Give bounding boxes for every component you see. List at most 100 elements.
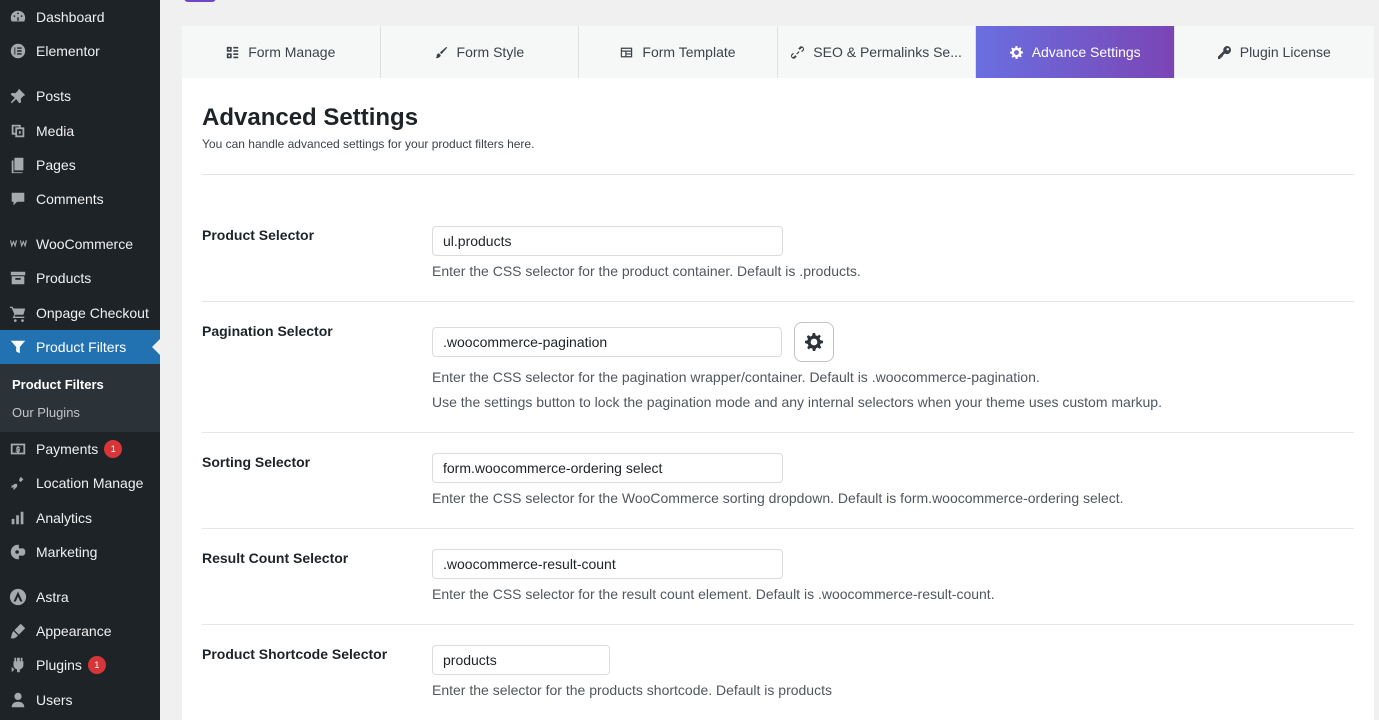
tab-seo-permalinks[interactable]: SEO & Permalinks Se... bbox=[777, 26, 977, 78]
sidebar-item-payments[interactable]: Payments 1 bbox=[0, 432, 160, 466]
dashboard-icon bbox=[8, 7, 28, 27]
sidebar-submenu: Product Filters Our Plugins bbox=[0, 364, 160, 432]
sidebar-item-label: Posts bbox=[36, 88, 72, 104]
result-count-selector-input[interactable]: .woocommerce-result-count bbox=[432, 549, 783, 579]
sidebar-item-elementor[interactable]: Elementor bbox=[0, 34, 160, 68]
divider bbox=[202, 432, 1354, 433]
sidebar-item-onpage-checkout[interactable]: Onpage Checkout bbox=[0, 296, 160, 330]
sidebar-item-label: Product Filters bbox=[36, 339, 127, 355]
cart-icon bbox=[8, 303, 28, 323]
pagination-settings-button[interactable] bbox=[794, 322, 834, 362]
sidebar-item-astra[interactable]: Astra bbox=[0, 580, 160, 614]
tab-form-manage[interactable]: Form Manage bbox=[182, 26, 381, 78]
product-selector-label: Product Selector bbox=[202, 227, 315, 243]
brush-icon bbox=[435, 46, 447, 58]
sidebar-item-label: Analytics bbox=[36, 510, 93, 526]
plug-icon bbox=[8, 655, 28, 675]
pagination-selector-help: Enter the CSS selector for the paginatio… bbox=[432, 369, 1040, 385]
sidebar-item-label: Products bbox=[36, 270, 92, 286]
pin-icon bbox=[8, 86, 28, 106]
tab-label: SEO & Permalinks Se... bbox=[813, 44, 962, 60]
tab-label: Advance Settings bbox=[1031, 44, 1141, 60]
notification-badge: 1 bbox=[104, 440, 123, 458]
pagination-selector-input[interactable]: .woocommerce-pagination bbox=[432, 327, 782, 357]
template-icon bbox=[621, 47, 633, 57]
user-icon bbox=[8, 690, 28, 710]
admin-sidebar: Dashboard Elementor Posts Media Pages Co… bbox=[0, 0, 160, 720]
tab-label: Plugin License bbox=[1239, 44, 1331, 60]
page-subtitle: You can handle advanced settings for you… bbox=[202, 137, 535, 151]
divider bbox=[202, 528, 1354, 529]
megaphone-icon bbox=[8, 542, 28, 562]
tab-plugin-license[interactable]: Plugin License bbox=[1174, 26, 1374, 78]
divider bbox=[202, 174, 1354, 175]
sidebar-item-label: Onpage Checkout bbox=[36, 305, 149, 321]
tab-label: Form Style bbox=[456, 44, 525, 60]
sidebar-item-label: Plugins bbox=[36, 657, 82, 673]
tab-label: Form Template bbox=[642, 44, 736, 60]
sidebar-item-woocommerce[interactable]: WooCommerce bbox=[0, 227, 160, 261]
sidebar-item-label: Astra bbox=[36, 589, 69, 605]
sidebar-item-analytics[interactable]: Analytics bbox=[0, 501, 160, 535]
sidebar-item-marketing[interactable]: Marketing bbox=[0, 535, 160, 569]
sorting-selector-label: Sorting Selector bbox=[202, 454, 311, 470]
payments-icon bbox=[8, 439, 28, 459]
sidebar-item-label: Users bbox=[36, 692, 73, 708]
sidebar-item-products[interactable]: Products bbox=[0, 261, 160, 295]
sidebar-item-label: Appearance bbox=[36, 623, 112, 639]
filter-icon bbox=[8, 337, 28, 357]
sidebar-item-label: Payments bbox=[36, 441, 99, 457]
sidebar-item-product-filters[interactable]: Product Filters bbox=[0, 330, 160, 364]
sidebar-item-label: Elementor bbox=[36, 43, 100, 59]
tab-form-template[interactable]: Form Template bbox=[579, 26, 778, 78]
pagination-selector-help-secondary: Use the settings button to lock the pagi… bbox=[432, 394, 1162, 410]
location-icon bbox=[8, 473, 28, 493]
sidebar-item-plugins[interactable]: Plugins 1 bbox=[0, 648, 160, 682]
product-shortcode-selector-input[interactable]: products bbox=[432, 645, 610, 675]
submenu-item-product-filters[interactable]: Product Filters bbox=[12, 377, 104, 392]
sidebar-item-posts[interactable]: Posts bbox=[0, 79, 160, 113]
sidebar-item-label: Location Manage bbox=[36, 475, 144, 491]
tab-advance-settings[interactable]: Advance Settings bbox=[976, 26, 1175, 78]
divider bbox=[202, 301, 1354, 302]
paintbrush-icon bbox=[8, 621, 28, 641]
sidebar-item-dashboard[interactable]: Dashboard bbox=[0, 0, 160, 34]
tab-label: Form Manage bbox=[248, 44, 336, 60]
product-shortcode-selector-label: Product Shortcode Selector bbox=[202, 646, 388, 662]
sidebar-item-media[interactable]: Media bbox=[0, 114, 160, 148]
result-count-selector-help: Enter the CSS selector for the result co… bbox=[432, 586, 995, 602]
result-count-selector-label: Result Count Selector bbox=[202, 550, 349, 566]
sorting-selector-help: Enter the CSS selector for the WooCommer… bbox=[432, 490, 1124, 506]
bar-chart-icon bbox=[8, 508, 28, 528]
sidebar-item-label: Marketing bbox=[36, 544, 98, 560]
elementor-icon bbox=[8, 41, 28, 61]
sidebar-item-label: Comments bbox=[36, 191, 104, 207]
media-icon bbox=[8, 121, 28, 141]
divider bbox=[202, 624, 1354, 625]
woocommerce-icon bbox=[8, 234, 28, 254]
archive-icon bbox=[8, 268, 28, 288]
sidebar-item-label: WooCommerce bbox=[36, 236, 133, 252]
pagination-selector-label: Pagination Selector bbox=[202, 323, 333, 339]
tab-form-style[interactable]: Form Style bbox=[380, 26, 580, 78]
page-title: Advanced Settings bbox=[202, 104, 419, 131]
form-manage-icon bbox=[227, 46, 239, 58]
sidebar-item-label: Pages bbox=[36, 157, 76, 173]
sidebar-item-comments[interactable]: Comments bbox=[0, 182, 160, 216]
product-selector-input[interactable]: ul.products bbox=[432, 226, 783, 256]
sidebar-item-appearance[interactable]: Appearance bbox=[0, 614, 160, 648]
header-accent bbox=[184, 0, 216, 2]
submenu-item-our-plugins[interactable]: Our Plugins bbox=[12, 405, 80, 420]
sidebar-item-users[interactable]: Users bbox=[0, 683, 160, 717]
gear-icon bbox=[1009, 45, 1023, 59]
astra-icon bbox=[8, 587, 28, 607]
settings-tabs: Form Manage Form Style Form Template SEO… bbox=[182, 26, 1374, 78]
sorting-selector-input[interactable]: form.woocommerce-ordering select bbox=[432, 453, 783, 483]
sidebar-item-location-manage[interactable]: Location Manage bbox=[0, 466, 160, 500]
notification-badge: 1 bbox=[87, 656, 106, 674]
product-shortcode-selector-help: Enter the selector for the products shor… bbox=[432, 682, 832, 698]
comment-icon bbox=[8, 189, 28, 209]
pages-icon bbox=[8, 155, 28, 175]
sidebar-item-pages[interactable]: Pages bbox=[0, 148, 160, 182]
sidebar-item-label: Media bbox=[36, 123, 75, 139]
